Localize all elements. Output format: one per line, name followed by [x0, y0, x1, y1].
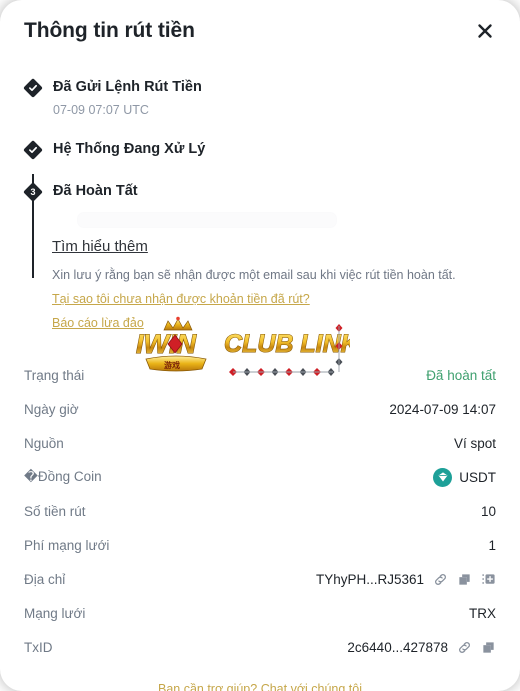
- table-row-network-fee: Phí mạng lưới 1: [24, 530, 496, 560]
- timeline-step-label: Đã Gửi Lệnh Rút Tiền: [53, 79, 202, 95]
- row-value-txid: 2c6440...427878: [347, 639, 496, 655]
- timeline-step: Hệ Thống Đang Xử Lý: [23, 140, 496, 160]
- table-row-network: Mạng lưới TRX: [24, 598, 496, 628]
- row-label: Ngày giờ: [24, 401, 79, 417]
- step-number-diamond-icon: 3: [23, 182, 43, 202]
- row-value-address: TYhyPH...RJ5361: [316, 571, 496, 587]
- dialog-header: Thông tin rút tiền: [0, 0, 520, 62]
- check-diamond-icon: [23, 78, 43, 98]
- row-label: Phí mạng lưới: [24, 537, 110, 553]
- row-label: TxID: [24, 639, 53, 655]
- external-link-icon[interactable]: [432, 571, 448, 587]
- table-row-source: Nguồn Ví spot: [24, 428, 496, 458]
- details-table: Trạng thái Đã hoàn tất Ngày giờ 2024-07-…: [0, 360, 520, 662]
- coin-symbol: USDT: [459, 469, 496, 485]
- row-label: Nguồn: [24, 435, 64, 451]
- svg-text:CLUB LINK: CLUB LINK: [224, 330, 350, 358]
- table-row-address: Địa chỉ TYhyPH...RJ5361: [24, 564, 496, 594]
- learn-more-link[interactable]: Tìm hiểu thêm: [52, 238, 148, 255]
- page-title: Thông tin rút tiền: [24, 19, 195, 42]
- status-badge: Đã hoàn tất: [426, 367, 496, 383]
- add-to-address-book-icon[interactable]: [480, 571, 496, 587]
- timeline-step: Đã Gửi Lệnh Rút Tiền 07-09 07:07 UTC: [23, 78, 496, 118]
- timeline-step-number: 3: [30, 186, 36, 197]
- usdt-coin-icon: [433, 467, 453, 487]
- row-value: Ví spot: [453, 435, 496, 451]
- status-timeline: Đã Gửi Lệnh Rút Tiền 07-09 07:07 UTC Hệ …: [0, 78, 520, 278]
- table-row-datetime: Ngày giờ 2024-07-09 14:07: [24, 394, 496, 424]
- row-value: TRX: [469, 605, 496, 621]
- row-label: �Đồng Coin: [24, 469, 102, 484]
- table-row-amount: Số tiền rút 10: [24, 496, 496, 526]
- support-chat-link[interactable]: Bạn cần trợ giúp? Chat với chúng tôi: [158, 682, 362, 691]
- external-link-icon[interactable]: [456, 639, 472, 655]
- timeline-step-label: Hệ Thống Đang Xử Lý: [53, 141, 206, 157]
- row-label: Trạng thái: [24, 367, 85, 383]
- row-value: 10: [480, 503, 496, 519]
- timeline-step-label: Đã Hoàn Tất: [53, 183, 138, 199]
- address-text: TYhyPH...RJ5361: [315, 571, 424, 587]
- report-fraud-link[interactable]: Báo cáo lừa đảo: [52, 315, 496, 332]
- timeline-step-time: 07-09 07:07 UTC: [53, 103, 149, 117]
- row-label: Địa chỉ: [24, 571, 66, 587]
- row-value: 1: [488, 537, 496, 553]
- row-label: Số tiền rút: [24, 503, 86, 519]
- timeline-step: 3 Đã Hoàn Tất: [23, 182, 496, 202]
- table-row-status: Trạng thái Đã hoàn tất: [24, 360, 496, 390]
- table-row-coin: �Đồng Coin USDT: [24, 462, 496, 492]
- close-icon[interactable]: [470, 16, 500, 46]
- withdrawal-details-card: Thông tin rút tiền Đã Gửi Lệnh Rút Tiền …: [0, 0, 520, 691]
- svg-text:IWIN: IWIN: [136, 329, 196, 359]
- copy-icon[interactable]: [480, 639, 496, 655]
- txid-text: 2c6440...427878: [347, 639, 448, 655]
- why-not-received-link[interactable]: Tại sao tôi chưa nhận được khoản tiền đã…: [52, 291, 496, 308]
- copy-icon[interactable]: [456, 571, 472, 587]
- row-value-coin: USDT: [433, 467, 496, 487]
- row-label: Mạng lưới: [24, 605, 86, 621]
- loading-placeholder-bar: [77, 212, 337, 228]
- notes-section: Tìm hiểu thêm Xin lưu ý rằng bạn sẽ nhận…: [0, 238, 520, 332]
- footer: Bạn cần trợ giúp? Chat với chúng tôi: [0, 680, 520, 691]
- email-note-text: Xin lưu ý rằng bạn sẽ nhận được một emai…: [52, 268, 456, 282]
- table-row-txid: TxID 2c6440...427878: [24, 632, 496, 662]
- row-value: 2024-07-09 14:07: [389, 401, 496, 417]
- check-diamond-icon: [23, 140, 43, 160]
